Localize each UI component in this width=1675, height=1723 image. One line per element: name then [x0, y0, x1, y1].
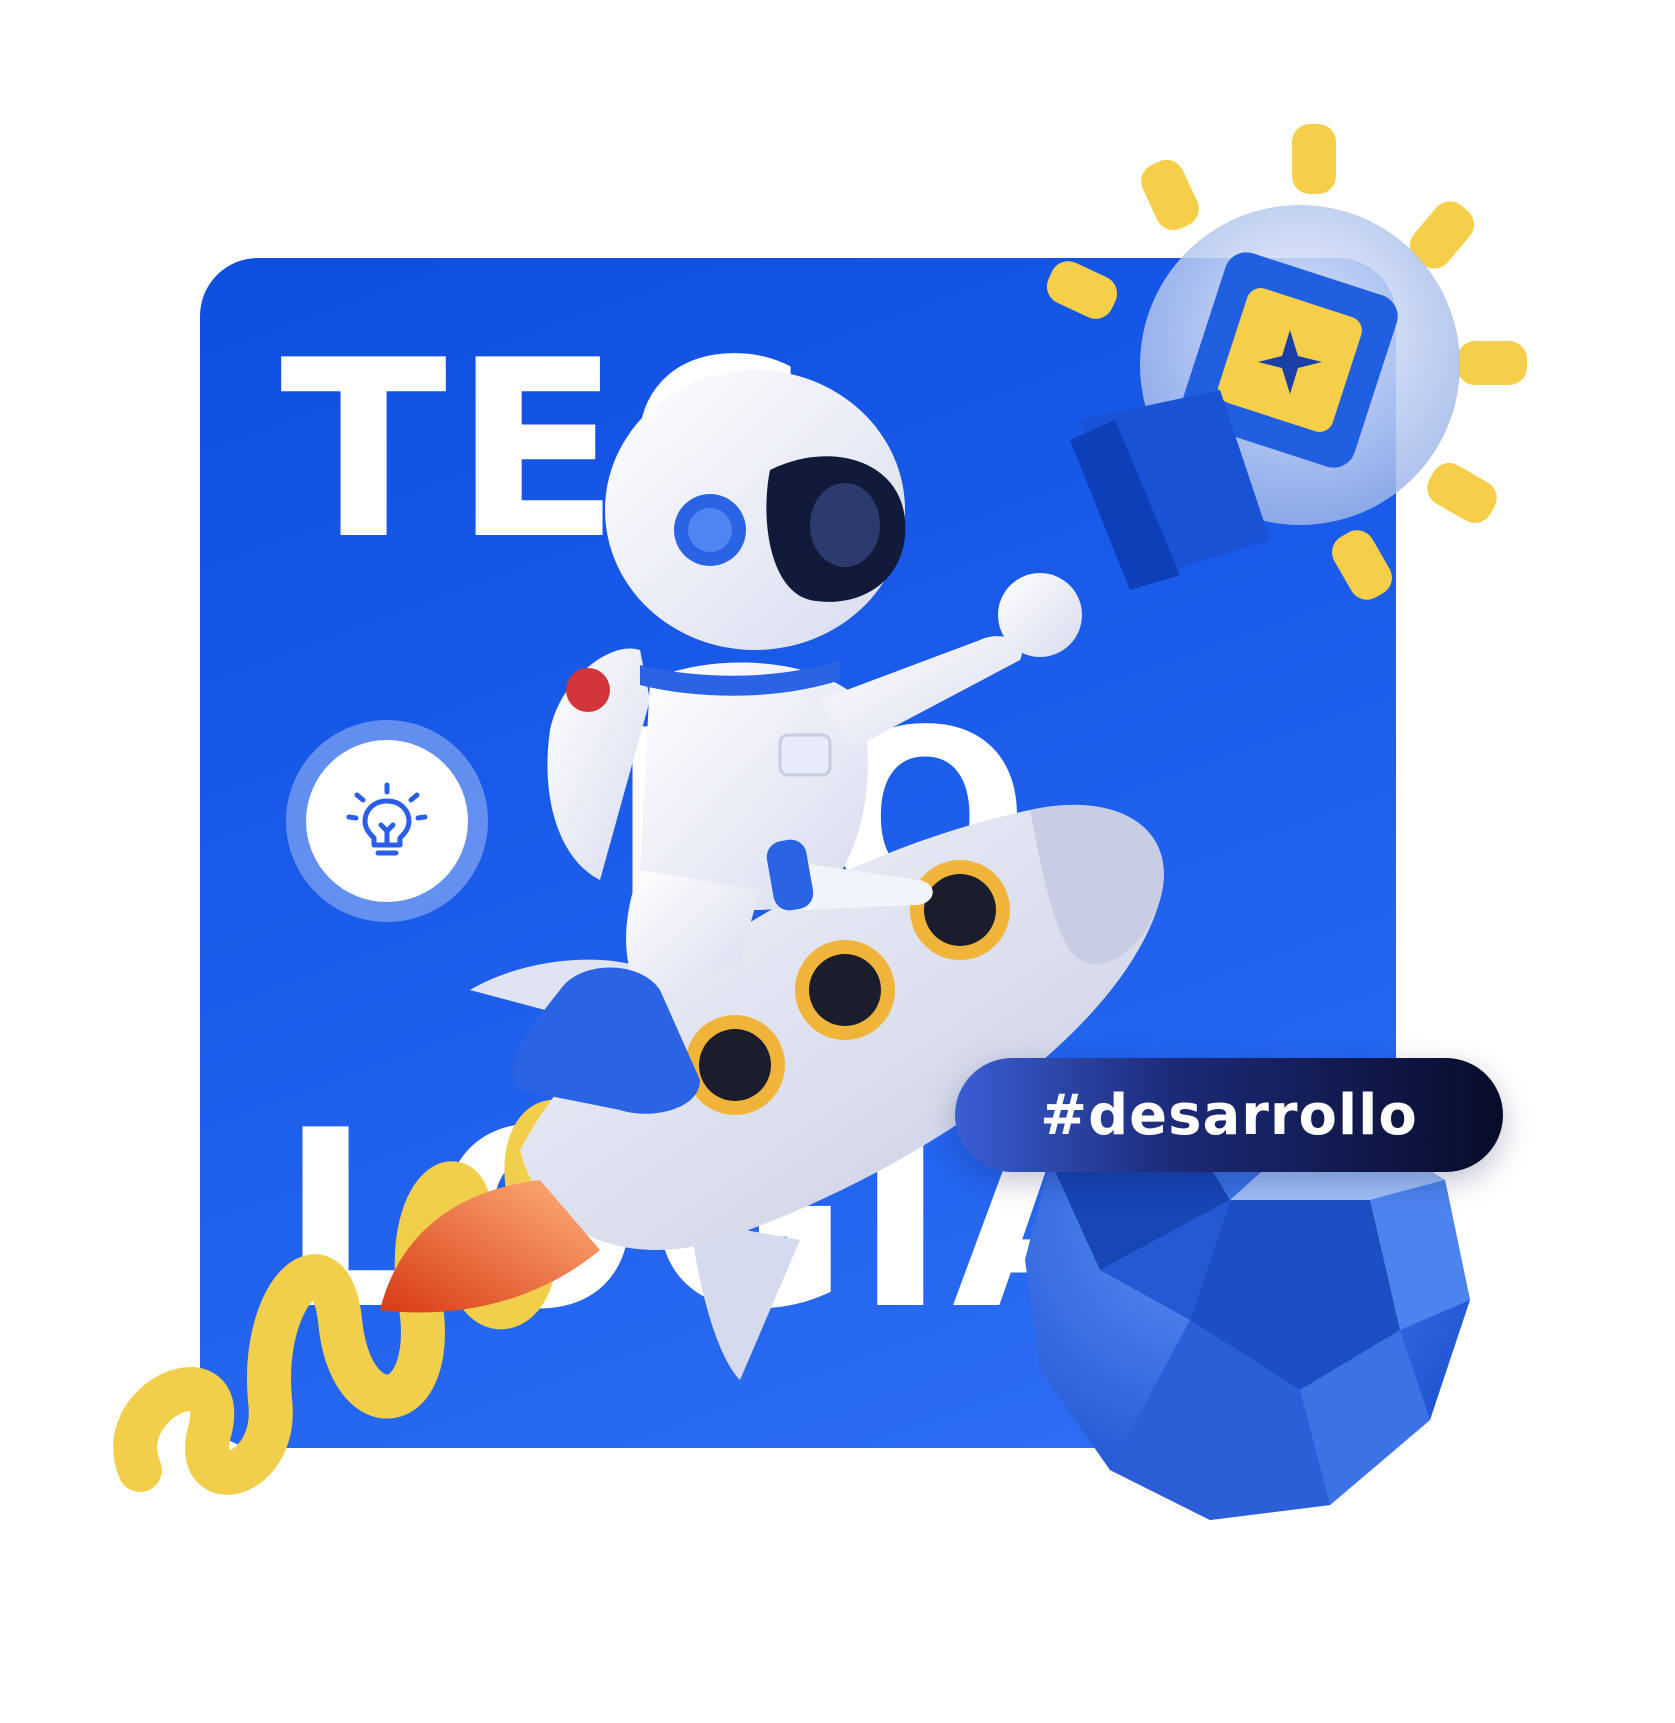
yellow-squiggle — [113, 1099, 612, 1495]
lightbulb-chip — [1046, 124, 1527, 600]
hashtag-pill: #desarrollo — [955, 1058, 1503, 1172]
illustration-layer — [113, 124, 1527, 1520]
